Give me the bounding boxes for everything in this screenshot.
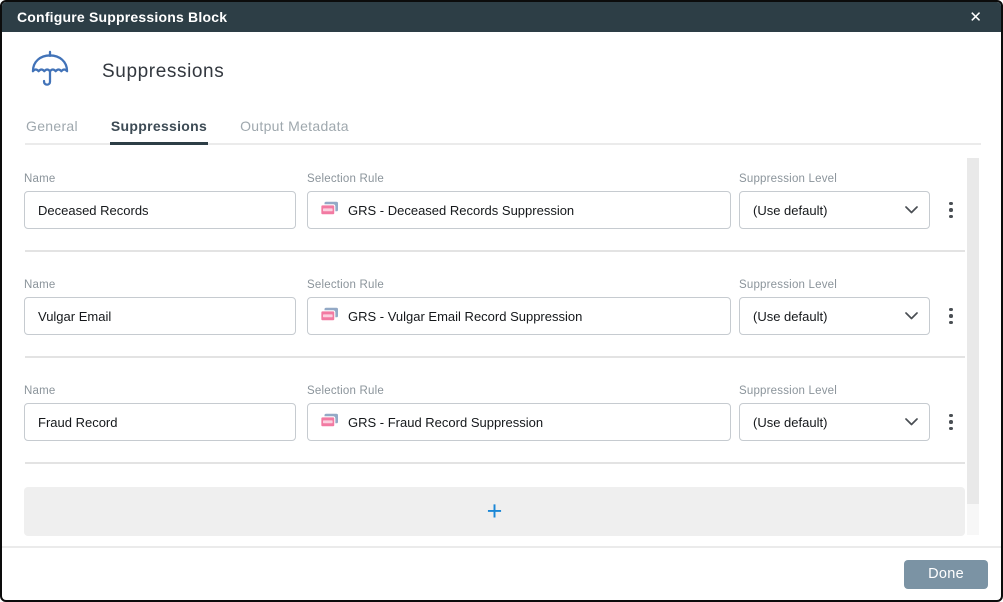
row-divider	[25, 250, 965, 252]
suppression-level-select[interactable]: (Use default)	[739, 403, 930, 441]
tab-bar: General Suppressions Output Metadata	[25, 118, 981, 145]
kebab-menu-icon[interactable]	[946, 403, 956, 441]
selection-rule-label: Selection Rule	[307, 279, 384, 291]
suppression-level-label: Suppression Level	[739, 279, 838, 291]
suppressions-list: Name Selection Rule GRS - Deceased Recor…	[2, 173, 1001, 536]
name-label: Name	[24, 279, 56, 291]
rule-card-icon	[320, 201, 339, 219]
add-suppression-button[interactable]: +	[24, 487, 965, 536]
suppression-level-value: (Use default)	[753, 414, 828, 430]
selection-rule-label: Selection Rule	[307, 385, 384, 397]
selection-rule-value: GRS - Vulgar Email Record Suppression	[348, 308, 583, 324]
close-icon[interactable]: ✕	[965, 8, 986, 27]
selection-rule-picker[interactable]: GRS - Deceased Records Suppression	[307, 191, 731, 229]
name-input[interactable]	[24, 403, 296, 441]
dialog-footer: Done	[2, 548, 1001, 589]
suppression-row: Name Selection Rule GRS - Vulgar Email R…	[24, 279, 1001, 335]
rule-card-icon	[320, 307, 339, 325]
name-input[interactable]	[24, 191, 296, 229]
suppression-row: Name Selection Rule GRS - Deceased Recor…	[24, 173, 1001, 229]
suppression-level-select[interactable]: (Use default)	[739, 297, 930, 335]
suppression-level-value: (Use default)	[753, 202, 828, 218]
dialog-titlebar: Configure Suppressions Block ✕	[2, 2, 1001, 32]
suppression-level-select[interactable]: (Use default)	[739, 191, 930, 229]
kebab-menu-icon[interactable]	[946, 297, 956, 335]
dialog-title: Configure Suppressions Block	[17, 9, 228, 25]
scrollbar-thumb[interactable]	[967, 158, 979, 504]
page-title: Suppressions	[102, 60, 225, 82]
configure-suppressions-dialog: Configure Suppressions Block ✕ Suppressi…	[0, 0, 1003, 602]
chevron-down-icon	[905, 206, 918, 214]
rule-card-icon	[320, 413, 339, 431]
suppression-level-label: Suppression Level	[739, 173, 838, 185]
suppression-level-label: Suppression Level	[739, 385, 838, 397]
tab-suppressions[interactable]: Suppressions	[109, 118, 209, 145]
selection-rule-value: GRS - Fraud Record Suppression	[348, 414, 544, 430]
name-label: Name	[24, 385, 56, 397]
umbrella-icon	[29, 46, 71, 97]
done-button[interactable]: Done	[904, 560, 988, 589]
selection-rule-picker[interactable]: GRS - Fraud Record Suppression	[307, 403, 731, 441]
selection-rule-value: GRS - Deceased Records Suppression	[348, 202, 575, 218]
name-label: Name	[24, 173, 56, 185]
name-input[interactable]	[24, 297, 296, 335]
kebab-menu-icon[interactable]	[946, 191, 956, 229]
tab-general[interactable]: General	[25, 118, 79, 145]
plus-icon: +	[486, 496, 503, 526]
dialog-heading-row: Suppressions	[2, 32, 1001, 106]
chevron-down-icon	[905, 312, 918, 320]
vertical-scrollbar[interactable]	[967, 158, 979, 535]
suppression-row: Name Selection Rule GRS - Fraud Record S…	[24, 385, 1001, 441]
selection-rule-label: Selection Rule	[307, 173, 384, 185]
selection-rule-picker[interactable]: GRS - Vulgar Email Record Suppression	[307, 297, 731, 335]
row-divider	[25, 462, 965, 464]
suppression-level-value: (Use default)	[753, 308, 828, 324]
chevron-down-icon	[905, 418, 918, 426]
tab-output-metadata[interactable]: Output Metadata	[239, 118, 350, 145]
row-divider	[25, 356, 965, 358]
